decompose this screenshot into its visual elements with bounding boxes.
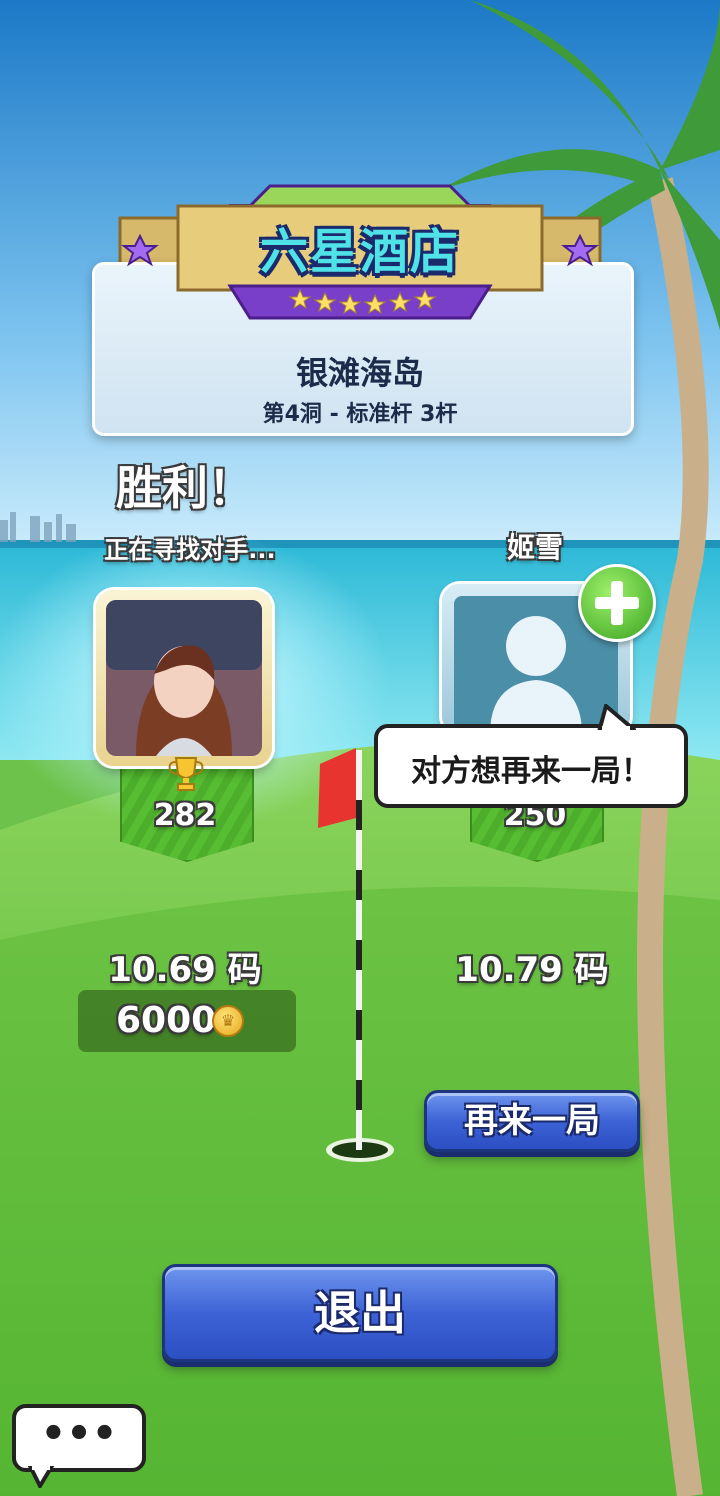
avatar-photo: [106, 600, 262, 756]
star-icon: [121, 233, 159, 267]
victory-label: 胜利！: [116, 461, 254, 515]
player1-avatar[interactable]: [96, 590, 272, 766]
player1-trophies: 282: [153, 798, 217, 833]
exit-button[interactable]: 退出: [162, 1264, 558, 1362]
chat-bubble-icon[interactable]: •••: [12, 1404, 146, 1472]
course-name: 银滩海岛: [295, 354, 424, 392]
player1-status: 正在寻找对手...: [104, 536, 276, 564]
golf-flag-icon: [318, 748, 362, 1150]
plus-icon[interactable]: [578, 564, 656, 642]
rematch-button[interactable]: 再来一局: [424, 1090, 640, 1152]
player2-name: 姬雪: [506, 531, 563, 564]
speech-text: 对方想再来一局！: [411, 754, 651, 789]
player2-distance: 10.79 码: [455, 950, 609, 990]
coin-icon: ♛: [212, 1005, 244, 1037]
star-icon: [561, 233, 599, 267]
hole-info: 第4洞 - 标准杆 3杆: [262, 402, 458, 427]
reward-amount: 6000: [116, 1000, 217, 1041]
player1-distance: 10.69 码: [108, 950, 262, 990]
speech-bubble-tail: [597, 704, 636, 730]
course-banner: [121, 204, 599, 320]
trophy-icon: [166, 754, 206, 794]
chat-bubble-tail: [28, 1466, 55, 1488]
course-title: 六星酒店: [259, 224, 460, 280]
